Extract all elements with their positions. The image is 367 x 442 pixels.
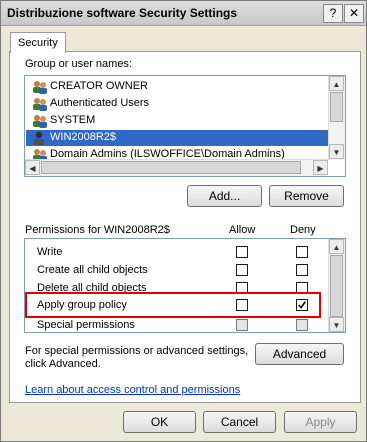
allow-column-header: Allow	[229, 224, 256, 236]
users-listbox[interactable]: CREATOR OWNER Authenticated Users SYSTEM…	[24, 75, 346, 177]
add-button[interactable]: Add...	[187, 185, 262, 207]
allow-special-permissions-checkbox	[236, 319, 248, 331]
highlight-box	[25, 292, 321, 318]
deny-special-permissions-checkbox	[296, 319, 308, 331]
permission-name: Write	[37, 246, 63, 258]
advanced-button[interactable]: Advanced	[255, 343, 344, 365]
close-button[interactable]: ✕	[344, 4, 364, 23]
tab-security[interactable]: Security	[10, 32, 66, 53]
allow-write-checkbox[interactable]	[236, 246, 248, 258]
deny-write-checkbox[interactable]	[296, 246, 308, 258]
deny-create-children-checkbox[interactable]	[296, 264, 308, 276]
user-name: CREATOR OWNER	[50, 80, 148, 92]
ok-button[interactable]: OK	[123, 411, 196, 433]
user-name: WIN2008R2$	[50, 131, 117, 143]
scroll-thumb[interactable]	[330, 255, 343, 317]
allow-create-children-checkbox[interactable]	[236, 264, 248, 276]
security-settings-dialog: Distribuzione software Security Settings…	[0, 0, 367, 442]
window-title: Distribuzione software Security Settings	[7, 6, 238, 20]
advanced-hint-line1: For special permissions or advanced sett…	[25, 345, 249, 357]
scroll-up-arrow-icon[interactable]: ▲	[329, 76, 344, 91]
group-users-label: Group or user names:	[25, 58, 132, 70]
permission-name: Special permissions	[37, 319, 135, 331]
list-item-user-selected[interactable]: WIN2008R2$	[26, 130, 332, 146]
scroll-up-arrow-icon[interactable]: ▲	[329, 239, 344, 254]
users-horizontal-scrollbar[interactable]: ◀ ▶	[25, 159, 328, 176]
cancel-button[interactable]: Cancel	[203, 411, 276, 433]
apply-button[interactable]: Apply	[284, 411, 357, 433]
remove-button[interactable]: Remove	[269, 185, 344, 207]
help-button[interactable]: ?	[323, 4, 343, 23]
scroll-thumb[interactable]	[41, 161, 301, 174]
scroll-down-arrow-icon[interactable]: ▼	[329, 144, 344, 159]
permission-name: Create all child objects	[37, 264, 148, 276]
tab-security-label: Security	[18, 37, 58, 49]
permissions-vertical-scrollbar[interactable]: ▲ ▼	[328, 239, 345, 332]
scroll-right-arrow-icon[interactable]: ▶	[313, 160, 328, 175]
user-name: SYSTEM	[50, 114, 96, 126]
list-item-user[interactable]: SYSTEM	[26, 113, 332, 129]
deny-column-header: Deny	[290, 224, 316, 236]
permissions-for-label: Permissions for WIN2008R2$	[25, 224, 170, 236]
user-group-icon	[33, 98, 47, 111]
computer-account-icon	[34, 131, 44, 145]
list-item-user[interactable]: CREATOR OWNER	[26, 79, 332, 95]
title-bar: Distribuzione software Security Settings…	[1, 1, 366, 26]
list-item-user[interactable]: Authenticated Users	[26, 96, 332, 112]
scroll-down-arrow-icon[interactable]: ▼	[329, 317, 344, 332]
scroll-thumb[interactable]	[330, 92, 343, 122]
users-vertical-scrollbar[interactable]: ▲ ▼	[328, 76, 345, 160]
scroll-left-arrow-icon[interactable]: ◀	[25, 160, 40, 175]
user-group-icon	[33, 115, 47, 128]
user-name: Authenticated Users	[50, 97, 150, 109]
learn-more-link[interactable]: Learn about access control and permissio…	[25, 384, 240, 396]
advanced-hint-line2: click Advanced.	[25, 358, 101, 370]
user-group-icon	[33, 81, 47, 94]
